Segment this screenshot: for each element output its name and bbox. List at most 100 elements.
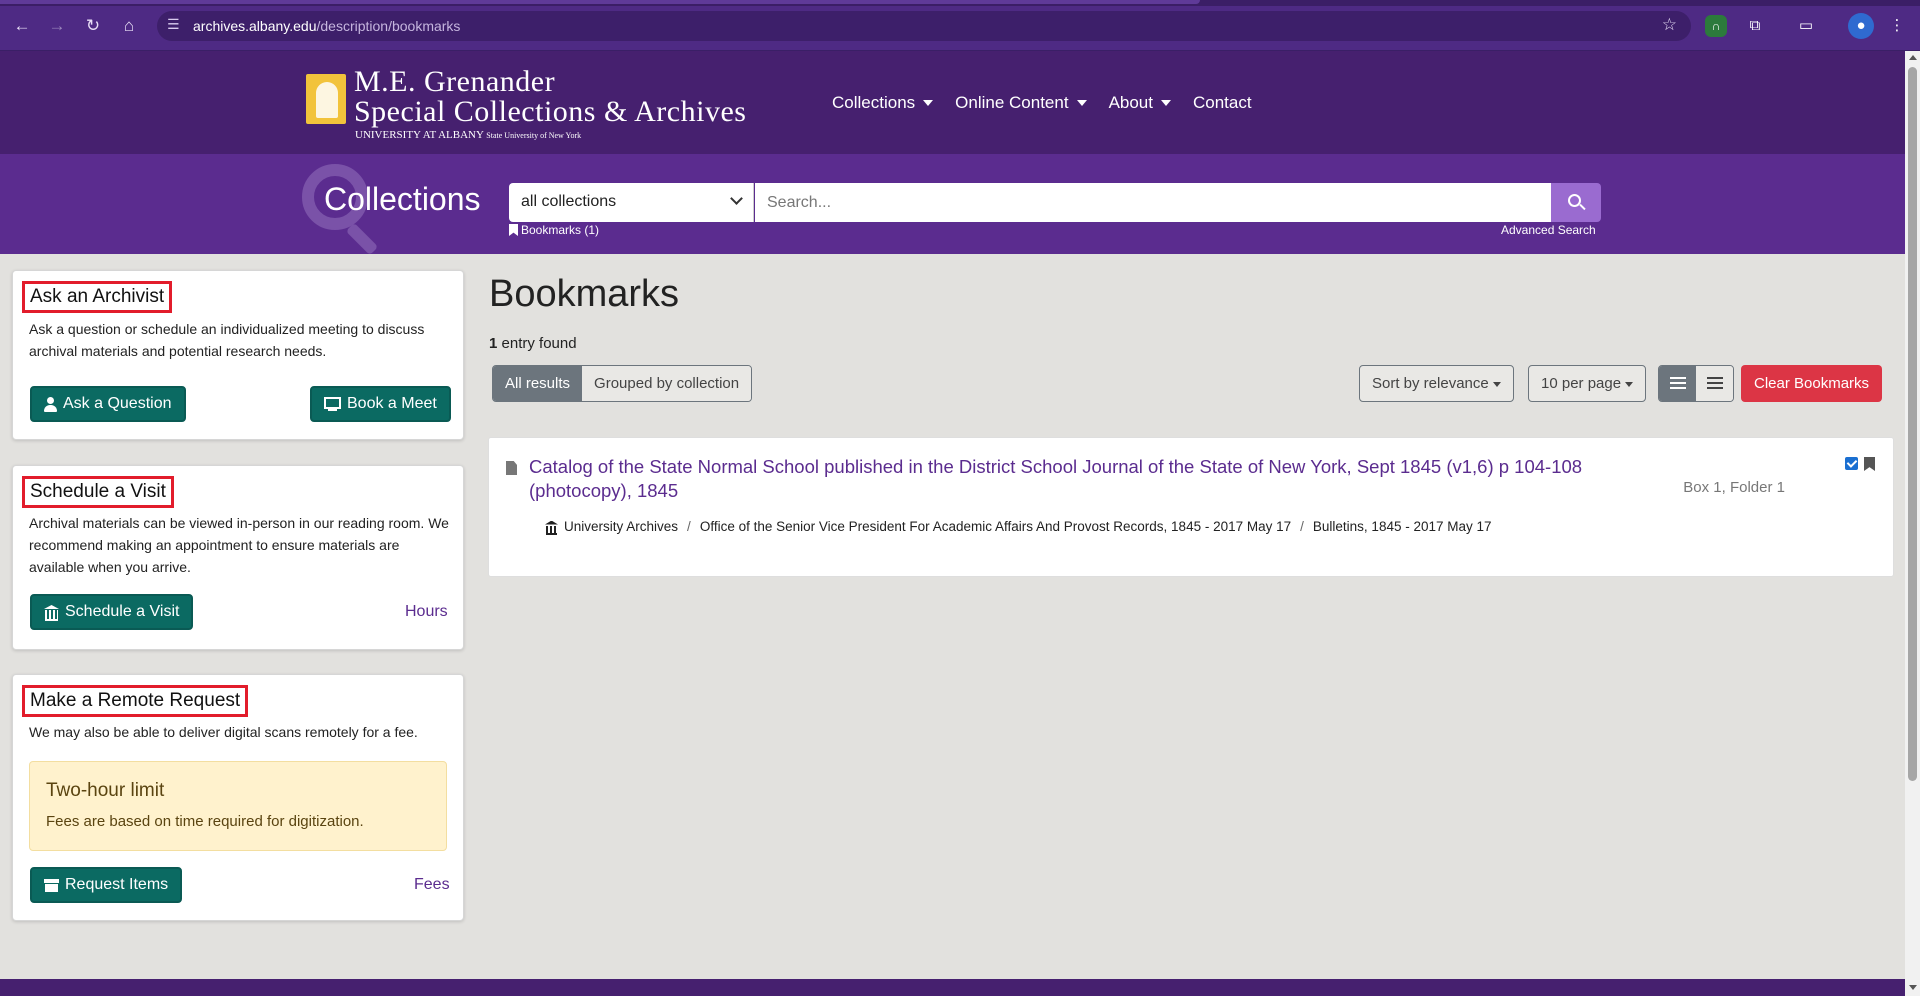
bookmark-star-icon[interactable]: ☆: [1662, 15, 1677, 35]
ask-archivist-description: Ask a question or schedule an individual…: [29, 321, 425, 359]
search-scope-value: all collections: [521, 193, 617, 210]
caret-down-icon: [923, 100, 934, 106]
results-view-tabs: All results Grouped by collection: [492, 365, 753, 402]
user-icon: [44, 396, 57, 412]
bookmark-icon[interactable]: [1864, 457, 1875, 471]
logo-university: UNIVERSITY AT ALBANY State University of…: [355, 129, 581, 141]
site-header: M.E. Grenander Special Collections & Arc…: [0, 51, 1905, 154]
extensions-puzzle-icon[interactable]: ⧉: [1742, 13, 1768, 39]
page-title: Bookmarks: [489, 273, 680, 315]
schedule-visit-heading: Schedule a Visit: [22, 476, 174, 508]
url-path: /description/bookmarks: [316, 18, 461, 34]
list-view-button[interactable]: [1659, 366, 1696, 401]
bookmarks-link-label: Bookmarks (1): [521, 223, 600, 237]
tab-strip: [0, 0, 1920, 6]
institution-icon: [44, 605, 59, 621]
monitor-icon: [324, 397, 341, 411]
view-toggle: [1658, 365, 1734, 402]
compact-view-button[interactable]: [1696, 366, 1733, 401]
remote-request-card: Make a Remote Request We may also be abl…: [12, 674, 464, 921]
ask-question-label: Ask a Question: [63, 395, 172, 412]
chevron-down-icon: [730, 192, 743, 205]
two-hour-limit-notice: Two-hour limit Fees are based on time re…: [29, 761, 447, 851]
page-scrollbar[interactable]: [1905, 51, 1920, 996]
book-meet-button[interactable]: Book a Meet: [310, 386, 451, 422]
request-items-button[interactable]: Request Items: [30, 867, 183, 903]
search-scope-select[interactable]: all collections: [509, 183, 754, 222]
nav-collections[interactable]: Collections: [832, 93, 934, 113]
caret-down-icon: [1161, 100, 1171, 106]
nav-contact-label: Contact: [1193, 93, 1252, 112]
menu-icon[interactable]: ⋮: [1884, 13, 1910, 39]
hours-link[interactable]: Hours: [405, 603, 448, 621]
compact-list-icon: [1707, 377, 1723, 390]
list-icon: [1670, 377, 1686, 390]
fees-link[interactable]: Fees: [414, 876, 450, 894]
sort-dropdown-label: Sort by relevance: [1372, 375, 1489, 392]
breadcrumb-collection[interactable]: Office of the Senior Vice President For …: [700, 519, 1291, 534]
schedule-visit-button[interactable]: Schedule a Visit: [30, 594, 194, 630]
nav-contact[interactable]: Contact: [1193, 93, 1252, 113]
entry-count: 1 entry found: [489, 335, 577, 352]
nav-collections-label: Collections: [832, 93, 916, 112]
tab-grouped-by-collection[interactable]: Grouped by collection: [582, 366, 752, 401]
search-button[interactable]: [1551, 183, 1601, 222]
ask-question-button[interactable]: Ask a Question: [30, 386, 186, 422]
logo-title-line1[interactable]: M.E. Grenander: [354, 65, 555, 99]
clear-bookmarks-button[interactable]: Clear Bookmarks: [1741, 365, 1883, 402]
result-breadcrumb: University Archives / Office of the Seni…: [545, 519, 1492, 535]
scroll-up-arrow-icon[interactable]: [1909, 55, 1917, 60]
bookmarks-link[interactable]: Bookmarks (1): [509, 223, 599, 237]
bookmark-icon: [509, 224, 518, 236]
result-title-link[interactable]: Catalog of the State Normal School publi…: [529, 455, 1619, 503]
site-info-icon[interactable]: ☰: [167, 16, 180, 33]
home-icon[interactable]: ⌂: [117, 14, 141, 38]
address-bar[interactable]: ☰ archives.albany.edu/description/bookma…: [157, 11, 1691, 41]
section-title: Collections: [324, 181, 481, 217]
per-page-dropdown[interactable]: 10 per page: [1528, 365, 1647, 402]
search-band: Collections all collections Bookmarks (1…: [0, 154, 1905, 256]
nav-online-content-label: Online Content: [955, 93, 1069, 112]
book-meet-label: Book a Meet: [347, 395, 437, 412]
breadcrumb-repository[interactable]: University Archives: [564, 519, 678, 534]
per-page-label: 10 per page: [1541, 375, 1622, 392]
main-nav: Collections Online Content About Contact: [832, 93, 1274, 113]
breadcrumb-series[interactable]: Bulletins, 1845 - 2017 May 17: [1313, 519, 1492, 534]
notice-text: Fees are based on time required for digi…: [46, 813, 364, 830]
nav-online-content[interactable]: Online Content: [955, 93, 1087, 113]
active-tab[interactable]: [0, 0, 1200, 4]
forward-icon[interactable]: →: [45, 14, 69, 38]
cast-icon[interactable]: ▭: [1793, 13, 1819, 39]
breadcrumb-separator: /: [687, 519, 691, 534]
minerva-logo-icon[interactable]: [306, 74, 346, 124]
profile-avatar[interactable]: ●: [1848, 13, 1874, 39]
caret-down-icon: [1625, 381, 1634, 387]
extension-icon[interactable]: ∩: [1705, 15, 1727, 37]
result-item: Catalog of the State Normal School publi…: [488, 437, 1894, 577]
nav-about[interactable]: About: [1109, 93, 1171, 113]
decorative-magnifier-handle: [345, 222, 379, 256]
site-footer: [0, 979, 1905, 996]
request-items-label: Request Items: [65, 876, 169, 893]
logo-university-main: UNIVERSITY AT ALBANY: [355, 129, 484, 141]
reload-icon[interactable]: ↻: [81, 14, 105, 38]
url-domain: archives.albany.edu: [193, 18, 317, 34]
back-icon[interactable]: ←: [10, 14, 34, 38]
search-input[interactable]: [755, 183, 1551, 222]
scroll-down-arrow-icon[interactable]: [1909, 985, 1917, 990]
schedule-visit-card: Schedule a Visit Archival materials can …: [12, 465, 464, 650]
advanced-search-link[interactable]: Advanced Search: [1501, 223, 1596, 237]
bookmark-checkbox[interactable]: [1845, 457, 1858, 470]
breadcrumb-separator: /: [1300, 519, 1304, 534]
sort-dropdown[interactable]: Sort by relevance: [1359, 365, 1514, 402]
logo-title-line2[interactable]: Special Collections & Archives: [354, 95, 746, 129]
notice-title: Two-hour limit: [46, 780, 165, 801]
nav-about-label: About: [1108, 93, 1153, 112]
tab-all-results[interactable]: All results: [493, 366, 583, 401]
ask-archivist-card: Ask an Archivist Ask a question or sched…: [12, 270, 464, 440]
scroll-thumb[interactable]: [1908, 67, 1917, 781]
browser-toolbar: ← → ↻ ⌂ ☰ archives.albany.edu/descriptio…: [0, 0, 1920, 51]
schedule-visit-label: Schedule a Visit: [65, 603, 180, 620]
document-icon: [506, 461, 517, 475]
remote-request-heading: Make a Remote Request: [22, 685, 249, 717]
